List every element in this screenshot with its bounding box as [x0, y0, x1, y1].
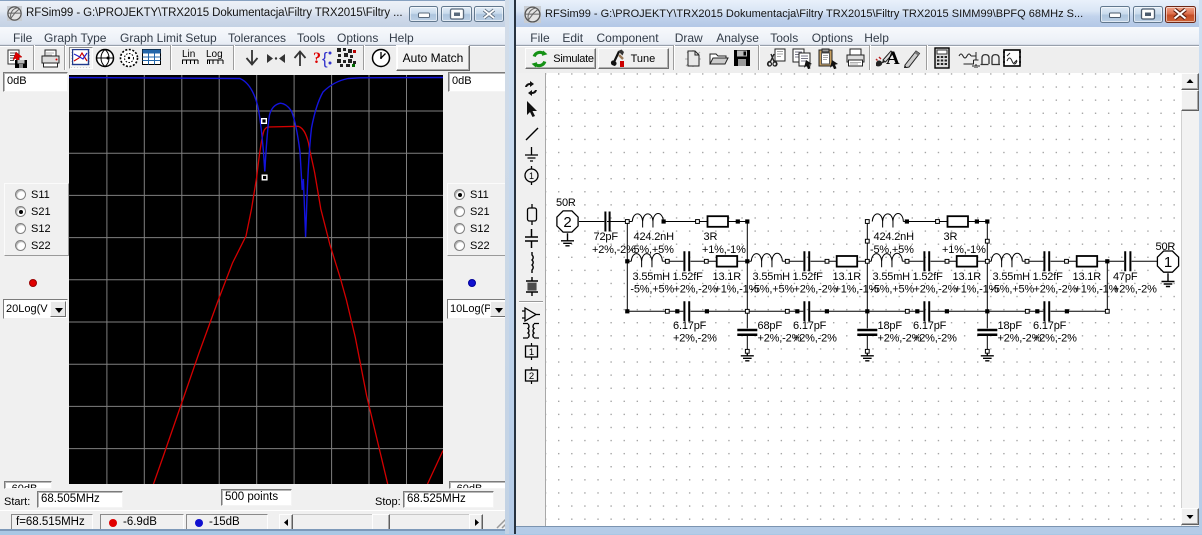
svg-text:6.17pF: 6.17pF: [1033, 320, 1067, 332]
svg-text:50R: 50R: [1156, 241, 1176, 253]
svg-text:+2%,-2%: +2%,-2%: [673, 332, 717, 344]
svg-text:13.1R: 13.1R: [953, 271, 982, 283]
svg-text:3.55mH: 3.55mH: [633, 271, 671, 283]
svg-text:+1%,-1%: +1%,-1%: [1075, 284, 1119, 296]
svg-text:1: 1: [529, 171, 534, 181]
svg-text:+2%,-2%: +2%,-2%: [758, 332, 802, 344]
svg-text:+2%,-2%: +2%,-2%: [878, 332, 922, 344]
svg-text:-5%,+5%: -5%,+5%: [750, 284, 794, 296]
svg-text:1: 1: [1164, 254, 1172, 271]
svg-text:1.52fF: 1.52fF: [913, 271, 944, 283]
svg-text:6.17pF: 6.17pF: [793, 320, 827, 332]
svg-text:+1%,-1%: +1%,-1%: [942, 244, 986, 256]
svg-text:-5%,+5%: -5%,+5%: [630, 244, 674, 256]
svg-text:3.55mH: 3.55mH: [873, 271, 911, 283]
svg-text:?: ?: [313, 50, 321, 67]
svg-text:+2%,-2%: +2%,-2%: [1034, 284, 1078, 296]
svg-text:-5%,+5%: -5%,+5%: [870, 244, 914, 256]
svg-text:1.52fF: 1.52fF: [673, 271, 704, 283]
svg-text:{: {: [322, 49, 328, 68]
svg-text:-5%,+5%: -5%,+5%: [990, 284, 1034, 296]
svg-text:3R: 3R: [704, 231, 718, 243]
svg-text:6.17pF: 6.17pF: [913, 320, 947, 332]
svg-text:+1%,-1%: +1%,-1%: [702, 244, 746, 256]
svg-text:13.1R: 13.1R: [1073, 271, 1102, 283]
svg-text:68pF: 68pF: [758, 320, 783, 332]
svg-text:2: 2: [529, 371, 534, 382]
svg-text:1.52fF: 1.52fF: [793, 271, 824, 283]
svg-text:47pF: 47pF: [1113, 271, 1138, 283]
svg-text:3.55mH: 3.55mH: [753, 271, 791, 283]
svg-text:13.1R: 13.1R: [833, 271, 862, 283]
svg-text:2: 2: [563, 214, 571, 231]
svg-text:6.17pF: 6.17pF: [673, 320, 707, 332]
svg-text:Log: Log: [206, 49, 223, 60]
svg-text:A: A: [886, 48, 900, 68]
svg-text:-5%,+5%: -5%,+5%: [870, 284, 914, 296]
svg-text:+2%,-2%: +2%,-2%: [914, 284, 958, 296]
svg-text:72pF: 72pF: [594, 231, 619, 243]
svg-text:+2%,-2%: +2%,-2%: [794, 284, 838, 296]
svg-text:18pF: 18pF: [998, 320, 1023, 332]
svg-text:50R: 50R: [556, 197, 576, 209]
svg-text:13.1R: 13.1R: [713, 271, 742, 283]
svg-text:Lin: Lin: [182, 49, 195, 60]
svg-text:+2%,-2%: +2%,-2%: [1113, 284, 1157, 296]
svg-text:424.2nH: 424.2nH: [874, 231, 915, 243]
svg-text:-5%,+5%: -5%,+5%: [630, 284, 674, 296]
svg-text:+2%,-2%: +2%,-2%: [674, 284, 718, 296]
svg-text:+2%,-2%: +2%,-2%: [998, 332, 1042, 344]
svg-text:424.2nH: 424.2nH: [634, 231, 675, 243]
svg-text:3.55mH: 3.55mH: [993, 271, 1031, 283]
svg-text:18pF: 18pF: [878, 320, 903, 332]
svg-text:3R: 3R: [944, 231, 958, 243]
svg-text:1.52fF: 1.52fF: [1033, 271, 1064, 283]
svg-text:1: 1: [529, 347, 534, 358]
